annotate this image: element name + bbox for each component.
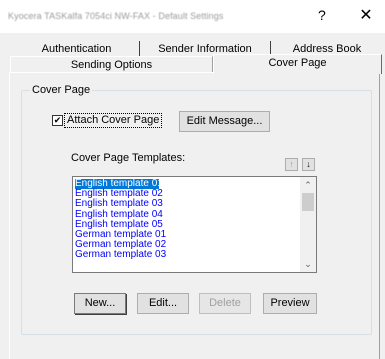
- attach-cover-page-checkbox[interactable]: ✔: [52, 115, 63, 126]
- move-up-icon[interactable]: ↑: [285, 158, 298, 171]
- attach-cover-page-label[interactable]: Attach Cover Page: [64, 113, 163, 128]
- help-button[interactable]: ?: [318, 7, 326, 23]
- vertical-scrollbar[interactable]: ⌃ ⌄: [300, 177, 316, 272]
- templates-listbox[interactable]: English template 01 English template 02 …: [72, 176, 317, 273]
- templates-label: Cover Page Templates:: [71, 152, 186, 164]
- scroll-up-icon[interactable]: ⌃: [300, 178, 316, 192]
- title-bar: Kyocera TASKalfa 7054ci NW-FAX - Default…: [0, 0, 385, 33]
- new-button[interactable]: New...: [74, 293, 126, 314]
- group-label: Cover Page: [30, 84, 93, 96]
- scroll-down-icon[interactable]: ⌄: [300, 257, 316, 271]
- close-button[interactable]: ✕: [354, 5, 378, 27]
- window-title: Kyocera TASKalfa 7054ci NW-FAX - Default…: [8, 11, 224, 21]
- preview-button[interactable]: Preview: [263, 293, 317, 314]
- list-item[interactable]: German template 03: [75, 250, 316, 260]
- scroll-thumb[interactable]: [302, 193, 314, 211]
- tab-cover-page[interactable]: Cover Page: [213, 54, 382, 74]
- edit-message-button[interactable]: Edit Message...: [179, 111, 270, 132]
- edit-button[interactable]: Edit...: [137, 293, 189, 314]
- move-down-icon[interactable]: ↓: [302, 158, 315, 171]
- delete-button[interactable]: Delete: [199, 293, 251, 314]
